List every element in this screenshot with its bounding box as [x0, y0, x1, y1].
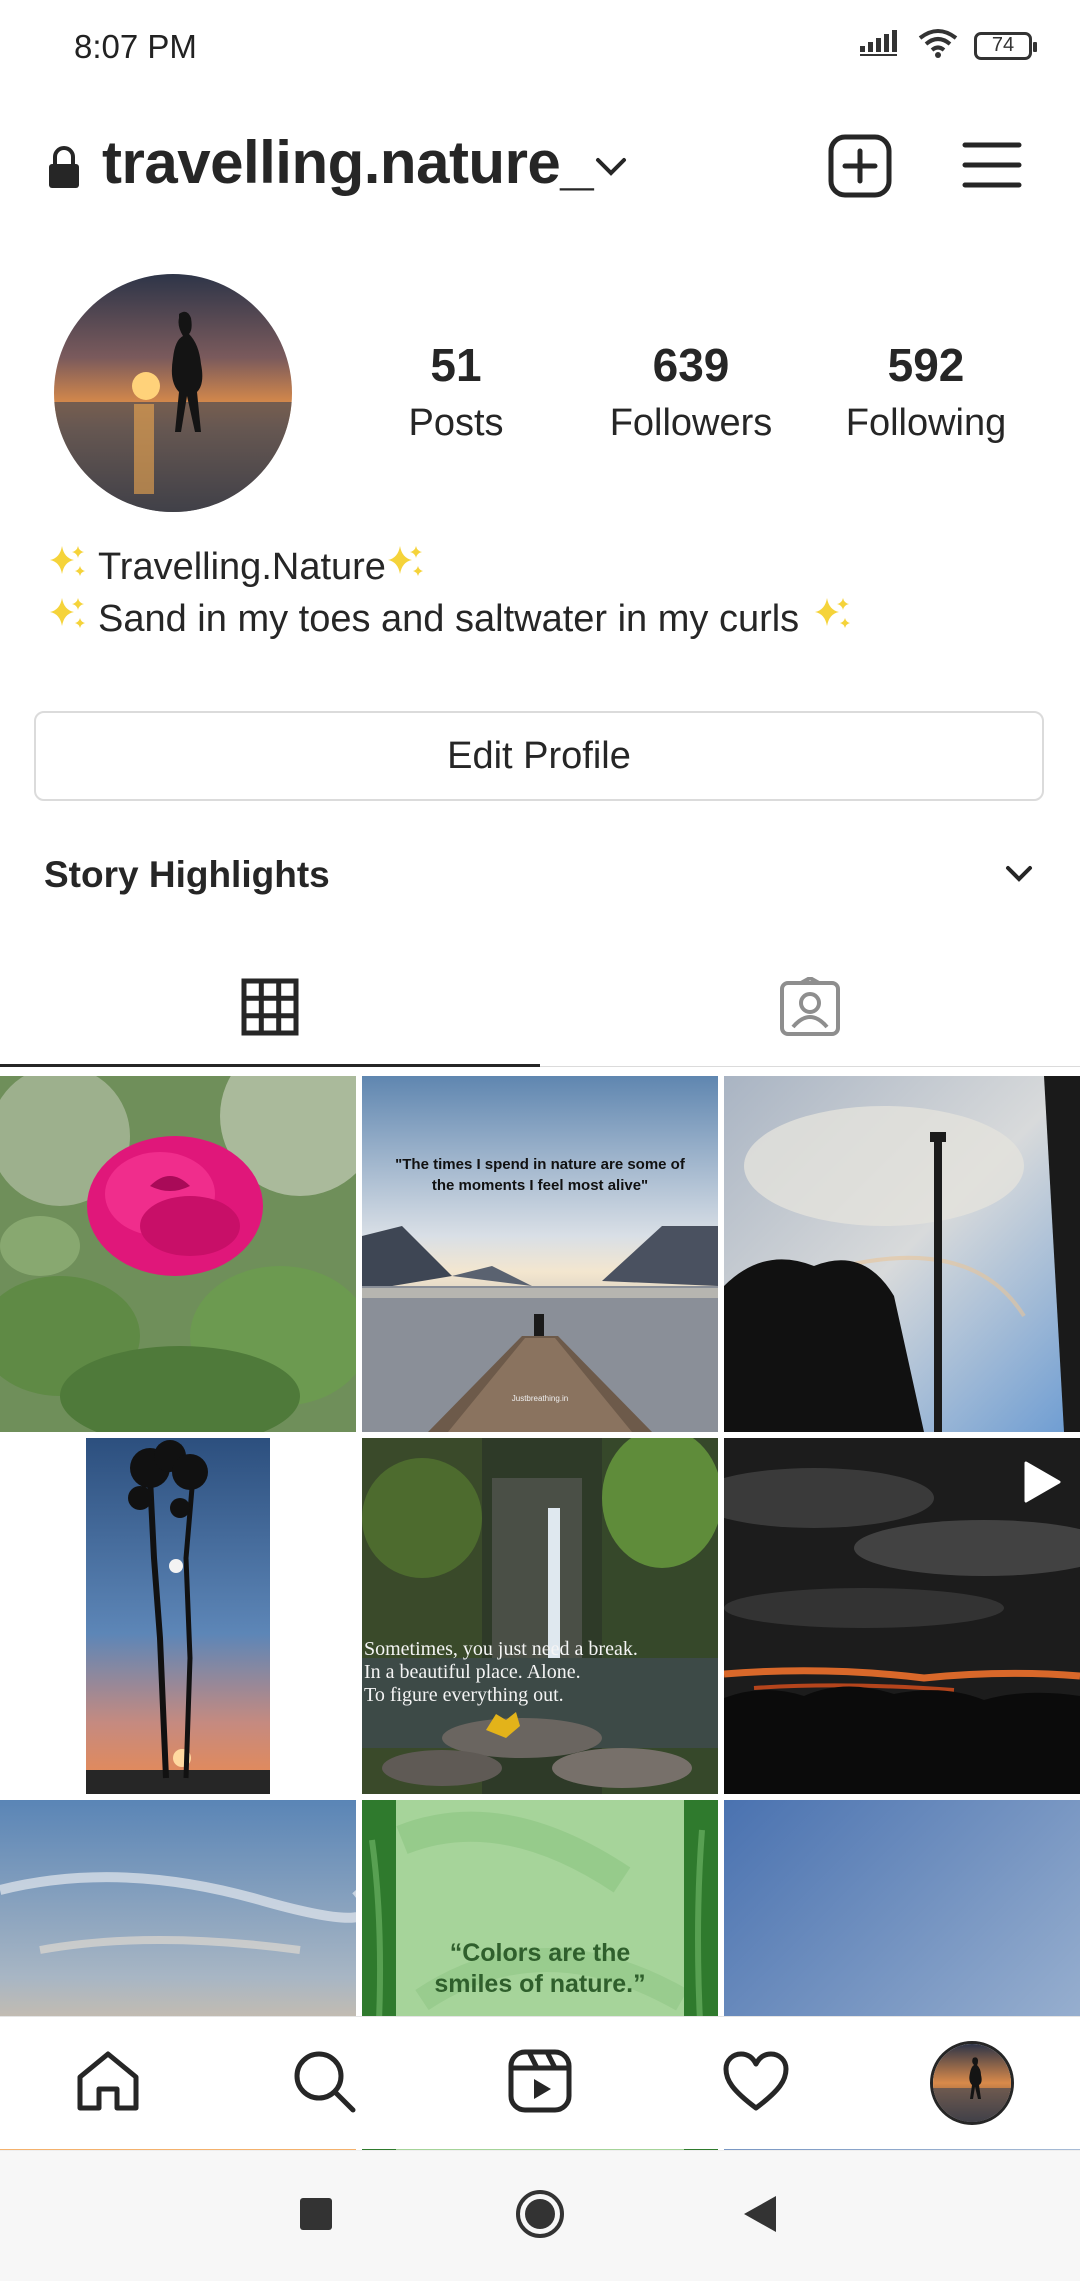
followers-stat[interactable]: 639 Followers [591, 338, 791, 445]
followers-count: 639 [652, 339, 730, 391]
sparkles-icon [48, 594, 88, 644]
square-icon [298, 2196, 334, 2237]
bio-name-text: Travelling.Nature [98, 545, 386, 588]
post-pier-quote[interactable]: "The times I spend in nature are some of… [362, 1076, 718, 1432]
post-caption: "The times I spend in nature are some of… [395, 1156, 685, 1194]
chevron-down-icon[interactable] [1004, 864, 1034, 889]
circle-icon [514, 2188, 566, 2245]
following-count: 592 [887, 339, 965, 391]
tab-posts-grid[interactable] [0, 950, 540, 1068]
tab-tagged[interactable] [540, 950, 1080, 1068]
system-nav-bar [0, 2150, 1080, 2281]
post-caption: Sometimes, you just need a break. In a b… [364, 1638, 716, 1707]
caption-line: To figure everything out. [364, 1684, 564, 1706]
chevron-down-icon[interactable] [594, 156, 628, 183]
profile-avatar [930, 2041, 1014, 2125]
heart-icon [722, 2050, 790, 2117]
caption-line: Sometimes, you just need a break. [364, 1638, 638, 1660]
reels-icon [507, 2048, 573, 2119]
edit-profile-button[interactable]: Edit Profile [34, 711, 1044, 801]
home-icon [75, 2049, 141, 2118]
post-rose[interactable] [0, 1076, 356, 1432]
home-button[interactable] [480, 2151, 600, 2281]
nav-activity[interactable] [696, 2017, 816, 2149]
tab-active-indicator [0, 1064, 540, 1067]
signal-icon [860, 28, 902, 63]
username-title[interactable]: travelling.nature_ [102, 128, 594, 197]
bio-name: Travelling.Nature [48, 542, 426, 592]
followers-label: Followers [609, 402, 773, 444]
new-post-icon[interactable] [828, 134, 892, 203]
grid-icon [241, 978, 299, 1041]
bottom-nav [0, 2016, 1080, 2149]
nav-home[interactable] [48, 2017, 168, 2149]
recents-button[interactable] [256, 2151, 376, 2281]
posts-count: 51 [430, 339, 482, 391]
post-sky-pole[interactable] [724, 1076, 1080, 1432]
sparkles-icon [813, 594, 853, 644]
caption-line: smiles of nature.” [434, 1970, 646, 1998]
post-credit: Justbreathing.in [511, 1394, 569, 1403]
post-trees-sunset[interactable] [0, 1438, 356, 1794]
sparkles-icon [48, 542, 88, 592]
battery-icon: 74 [974, 31, 1037, 60]
menu-icon[interactable] [962, 140, 1022, 195]
back-button[interactable] [700, 2151, 820, 2281]
status-icons: 74 [860, 28, 1037, 63]
search-icon [291, 2048, 357, 2119]
nav-profile[interactable] [912, 2017, 1032, 2149]
caption-line: “Colors are the [449, 1939, 631, 1967]
post-caption: “Colors are the smiles of nature.” [362, 1938, 718, 2000]
nav-reels[interactable] [480, 2017, 600, 2149]
wifi-icon [918, 28, 958, 63]
caption-line: In a beautiful place. Alone. [364, 1661, 581, 1683]
posts-label: Posts [408, 402, 504, 444]
posts-stat[interactable]: 51 Posts [356, 338, 556, 445]
sparkles-icon [386, 542, 426, 592]
following-stat[interactable]: 592 Following [826, 338, 1026, 445]
status-time: 8:07 PM [74, 28, 197, 65]
bio-text-content: Sand in my toes and saltwater in my curl… [98, 597, 800, 640]
video-play-icon [1022, 1460, 1062, 1509]
post-dark-clouds-video[interactable] [724, 1438, 1080, 1794]
tagged-icon [779, 975, 841, 1042]
back-triangle-icon [742, 2194, 778, 2239]
nav-search[interactable] [264, 2017, 384, 2149]
profile-avatar[interactable] [54, 274, 292, 512]
lock-icon [46, 144, 82, 195]
post-waterfall-quote[interactable]: Sometimes, you just need a break. In a b… [362, 1438, 718, 1794]
story-highlights-title[interactable]: Story Highlights [44, 854, 330, 896]
bio-text: Sand in my toes and saltwater in my curl… [48, 594, 853, 644]
following-label: Following [845, 402, 1007, 444]
